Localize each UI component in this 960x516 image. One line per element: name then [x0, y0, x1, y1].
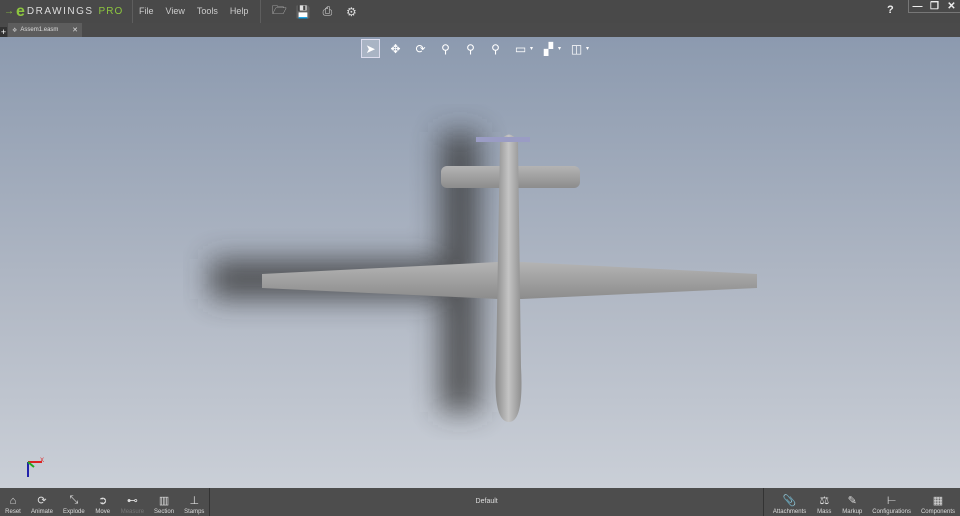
display-mode-icon[interactable]: ▭ — [511, 39, 530, 58]
menu-help[interactable]: Help — [224, 0, 255, 23]
menu-tools[interactable]: Tools — [191, 0, 224, 23]
view-orientation-icon[interactable]: ▞ — [539, 39, 558, 58]
zoom-to-fit-icon[interactable]: ⚲ — [436, 39, 455, 58]
section-button[interactable]: ▥ Section — [149, 488, 179, 516]
fuselage — [495, 134, 522, 422]
rotate-icon[interactable]: ⟳ — [411, 39, 430, 58]
markup-button[interactable]: ✎ Markup — [837, 488, 867, 516]
menu-file[interactable]: File — [133, 0, 160, 23]
explode-label: Explode — [63, 509, 85, 515]
move-label: Move — [95, 509, 111, 515]
close-button[interactable]: ✕ — [943, 0, 960, 12]
mass-icon: ⚖ — [819, 495, 830, 507]
mass-button[interactable]: ⚖ Mass — [811, 488, 837, 516]
animate-label: Animate — [31, 509, 54, 515]
markup-icon: ✎ — [847, 495, 857, 507]
explode-button[interactable]: ⤡ Explode — [58, 488, 90, 516]
close-tab-button[interactable]: ✕ — [72, 26, 78, 34]
minimize-button[interactable]: — — [909, 0, 926, 12]
attachments-button[interactable]: 📎 Attachments — [768, 488, 811, 516]
attachments-icon: 📎 — [782, 495, 797, 507]
chevron-down-icon[interactable]: ▾ — [530, 45, 533, 52]
mass-label: Mass — [817, 509, 832, 515]
chevron-down-icon[interactable]: ▾ — [586, 45, 589, 52]
zoom-in-out-icon[interactable]: ⚲ — [486, 39, 505, 58]
animate-icon: ⟳ — [37, 495, 47, 507]
pan-icon[interactable]: ✥ — [386, 39, 405, 58]
tab-bar: + ❖ Assem1.easm ✕ — [0, 23, 960, 37]
triad-x-label: X — [40, 458, 44, 464]
measure-button: ⊷ Measure — [116, 488, 149, 516]
v-tail — [476, 137, 530, 142]
menu-view[interactable]: View — [160, 0, 191, 23]
help-button[interactable]: ? — [887, 4, 894, 16]
restore-button[interactable]: ❐ — [926, 0, 943, 12]
attachments-label: Attachments — [772, 509, 807, 515]
reset-button[interactable]: ⌂ Reset — [0, 488, 26, 516]
print-icon[interactable]: ⎙ — [319, 4, 335, 20]
edrawings-logo: → e DRAWINGS PRO — [0, 0, 133, 23]
components-button[interactable]: ▦ Components — [916, 488, 960, 516]
move-icon: ➲ — [98, 495, 108, 507]
document-tab[interactable]: ❖ Assem1.easm ✕ — [8, 23, 82, 37]
logo-edition: PRO — [98, 6, 124, 17]
menu-bar: File View Tools Help — [133, 0, 262, 23]
new-tab-button[interactable]: + — [0, 27, 7, 37]
axis-triad: X — [27, 458, 44, 477]
stamps-label: Stamps — [184, 509, 205, 515]
explode-icon: ⤡ — [69, 494, 79, 506]
section-icon: ▥ — [158, 495, 170, 507]
settings-gear-icon[interactable]: ⚙ — [343, 4, 359, 20]
section-label: Section — [154, 509, 175, 515]
assembly-icon: ❖ — [12, 27, 18, 34]
view-toolbar: ➤ ✥ ⟳ ⚲ ⚲ ⚲ ▭ ▾ ▞ ▾ ◫ ▾ — [361, 39, 589, 58]
3d-viewport[interactable]: X — [0, 37, 960, 488]
configurations-icon: ⊢ — [886, 495, 897, 507]
reset-label: Reset — [5, 509, 21, 515]
open-folder-icon[interactable]: 🗁 — [271, 3, 287, 20]
bottom-toolbar: ⌂ Reset ⟳ Animate ⤡ Explode ➲ Move ⊷ Measure ▥ Sect… — [0, 488, 960, 516]
document-tab-label: Assem1.easm — [20, 27, 59, 33]
title-bar: → e DRAWINGS PRO File View Tools Help 🗁 … — [0, 0, 960, 23]
stamps-button[interactable]: ⊥ Stamps — [179, 488, 209, 516]
measure-icon: ⊷ — [126, 495, 138, 507]
reset-icon: ⌂ — [9, 494, 17, 507]
configurations-button[interactable]: ⊢ Configurations — [867, 488, 916, 516]
measure-label: Measure — [120, 509, 145, 515]
standard-views-cube-icon[interactable]: ◫ — [567, 39, 586, 58]
chevron-down-icon[interactable]: ▾ — [558, 45, 561, 52]
select-tool-icon[interactable]: ➤ — [361, 39, 380, 58]
stamps-icon: ⊥ — [189, 495, 200, 507]
zoom-to-area-icon[interactable]: ⚲ — [461, 39, 480, 58]
configurations-label: Configurations — [872, 509, 911, 515]
markup-label: Markup — [842, 509, 863, 515]
logo-name: DRAWINGS — [26, 6, 94, 17]
logo-e: e — [16, 2, 25, 20]
animate-button[interactable]: ⟳ Animate — [26, 488, 58, 516]
move-button[interactable]: ➲ Move — [90, 488, 116, 516]
components-label: Components — [920, 509, 955, 515]
save-icon[interactable]: 💾 — [295, 4, 311, 20]
configuration-status: Default — [209, 488, 764, 516]
components-icon: ▦ — [932, 495, 944, 507]
airplane-model: X — [27, 132, 757, 477]
